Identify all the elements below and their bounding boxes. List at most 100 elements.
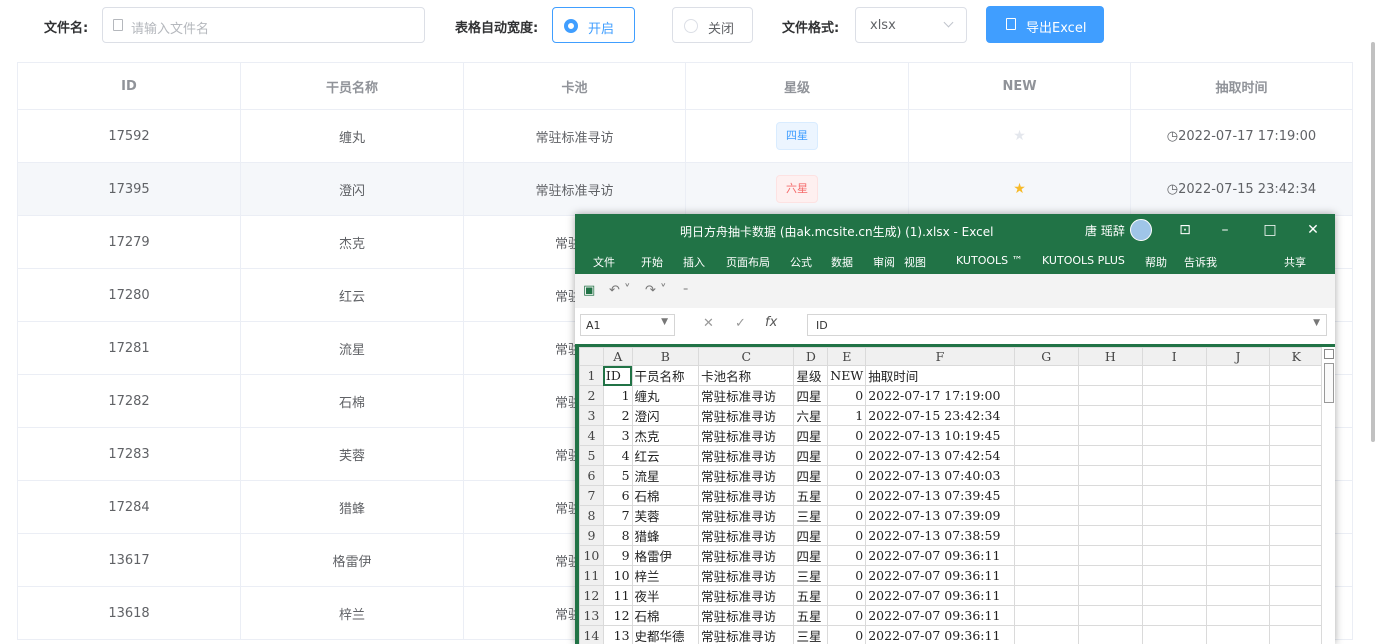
format-select[interactable]: xlsx [855,7,967,43]
sheet-cell[interactable]: 流星 [632,466,699,486]
sheet-cell[interactable] [1078,606,1142,626]
scroll-up-icon[interactable] [1324,349,1334,359]
cancel-icon[interactable]: ✕ [703,316,714,331]
excel-window[interactable]: 明日方舟抽卡数据 (由ak.mcsite.cn生成) (1).xlsx - Ex… [575,214,1335,644]
sheet-cell[interactable] [1206,546,1270,566]
sheet-cell[interactable]: 7 [603,506,632,526]
sheet-cell[interactable]: 澄闪 [632,406,699,426]
sheet-cell[interactable]: 格雷伊 [632,546,699,566]
sheet-cell[interactable]: 卡池名称 [699,366,794,386]
sheet-cell[interactable]: 夜半 [632,586,699,606]
sheet-cell[interactable] [1078,466,1142,486]
sheet-cell[interactable]: 芙蓉 [632,506,699,526]
sheet-cell[interactable]: 四星 [794,446,828,466]
sheet-cell[interactable]: 石棉 [632,486,699,506]
row-number[interactable]: 7 [580,486,604,506]
sheet-cell[interactable]: 2 [603,406,632,426]
ribbon-display-icon[interactable]: ⊡ [1175,220,1195,240]
export-excel-button[interactable]: 导出Excel [986,6,1104,43]
close-icon[interactable]: ✕ [1303,220,1323,240]
sheet-cell[interactable]: 2022-07-13 07:38:59 [866,526,1015,546]
sheet-cell[interactable]: 常驻标准寻访 [699,406,794,426]
sheet-cell[interactable]: 0 [828,386,866,406]
autowidth-on-radio[interactable]: 开启 [552,7,635,43]
enter-icon[interactable]: ✓ [735,316,746,331]
sheet-cell[interactable]: 2022-07-07 09:36:11 [866,546,1015,566]
row-number[interactable]: 10 [580,546,604,566]
sheet-cell[interactable]: 0 [828,506,866,526]
row-number[interactable]: 5 [580,446,604,466]
sheet-cell[interactable]: 2022-07-13 10:19:45 [866,426,1015,446]
column-letter[interactable]: E [828,348,866,366]
row-number[interactable]: 2 [580,386,604,406]
ribbon-tab[interactable]: 数据 [831,254,853,270]
sheet-cell[interactable] [1206,606,1270,626]
sheet-cell[interactable]: 干员名称 [632,366,699,386]
sheet-cell[interactable]: 石棉 [632,606,699,626]
column-letter[interactable]: D [794,348,828,366]
sheet-cell[interactable]: 5 [603,466,632,486]
sheet-cell[interactable]: 杰克 [632,426,699,446]
sheet-cell[interactable] [1142,386,1206,406]
sheet-cell[interactable]: 2022-07-17 17:19:00 [866,386,1015,406]
sheet-cell[interactable]: 四星 [794,546,828,566]
sheet-cell[interactable] [1078,526,1142,546]
sheet-cell[interactable] [1014,626,1078,644]
sheet-cell[interactable] [1206,566,1270,586]
column-letter[interactable]: C [699,348,794,366]
sheet-cell[interactable] [1078,406,1142,426]
sheet-cell[interactable] [1014,546,1078,566]
sheet-cell[interactable] [1142,406,1206,426]
row-number[interactable]: 6 [580,466,604,486]
sheet-cell[interactable] [1014,486,1078,506]
sheet-cell[interactable] [1270,506,1323,526]
maximize-icon[interactable]: □ [1260,220,1280,240]
filename-input[interactable]: 请输入文件名 [102,7,425,43]
sheet-cell[interactable]: 1 [603,386,632,406]
sheet-cell[interactable] [1206,626,1270,644]
sheet-cell[interactable]: 四星 [794,386,828,406]
avatar[interactable] [1130,219,1152,241]
sheet-cell[interactable]: 常驻标准寻访 [699,546,794,566]
sheet-cell[interactable] [1014,426,1078,446]
sheet-cell[interactable] [1014,566,1078,586]
sheet-cell[interactable]: 4 [603,446,632,466]
column-letter[interactable]: F [866,348,1015,366]
sheet-cell[interactable] [1206,506,1270,526]
ribbon-tab[interactable]: 审阅 [873,254,895,270]
sheet-cell[interactable] [1270,426,1323,446]
row-number[interactable]: 11 [580,566,604,586]
sheet-cell[interactable]: 三星 [794,566,828,586]
sheet-cell[interactable]: 史都华德 [632,626,699,644]
sheet-cell[interactable] [1014,586,1078,606]
sheet-cell[interactable] [1270,406,1323,426]
sheet-cell[interactable]: 缠丸 [632,386,699,406]
sheet-cell[interactable]: 常驻标准寻访 [699,506,794,526]
sheet-cell[interactable]: 常驻标准寻访 [699,486,794,506]
vertical-scrollbar[interactable] [1321,347,1335,644]
ribbon-tab[interactable]: 视图 [904,254,926,270]
sheet-cell[interactable]: 四星 [794,466,828,486]
ribbon-tab[interactable]: 页面布局 [726,254,770,270]
sheet-cell[interactable] [1142,526,1206,546]
sheet-cell[interactable]: 11 [603,586,632,606]
customize-qat-icon[interactable]: ₌ [683,283,688,294]
sheet-cell[interactable] [1078,546,1142,566]
sheet-cell[interactable]: 2022-07-13 07:40:03 [866,466,1015,486]
sheet-cell[interactable]: 常驻标准寻访 [699,526,794,546]
sheet-cell[interactable]: 六星 [794,406,828,426]
sheet-cell[interactable] [1206,366,1270,386]
row-number[interactable]: 1 [580,366,604,386]
row-number[interactable]: 9 [580,526,604,546]
sheet-cell[interactable]: 常驻标准寻访 [699,566,794,586]
sheet-cell[interactable]: 9 [603,546,632,566]
sheet-cell[interactable]: 三星 [794,626,828,644]
sheet-cell[interactable] [1014,506,1078,526]
page-scrollbar[interactable] [1371,42,1375,442]
ribbon-tab[interactable]: 告诉我 [1184,254,1217,270]
sheet-cell[interactable]: 0 [828,586,866,606]
row-number[interactable]: 13 [580,606,604,626]
sheet-cell[interactable] [1078,486,1142,506]
ribbon-tab[interactable]: 帮助 [1145,254,1167,270]
sheet-cell[interactable] [1270,606,1323,626]
